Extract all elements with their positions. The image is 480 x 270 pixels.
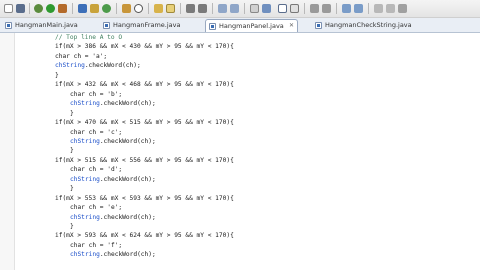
run-icon[interactable] — [46, 4, 55, 13]
code-line[interactable]: char ch = 'c'; — [70, 129, 122, 137]
code-line[interactable]: chString.checkWord(ch); — [70, 176, 156, 184]
dropdown-icon[interactable] — [398, 4, 407, 13]
new-icon[interactable] — [4, 4, 13, 13]
toolbar-separator — [336, 3, 337, 14]
new-package-icon[interactable] — [90, 4, 99, 13]
tab-hangman-check-string[interactable]: HangmanCheckString.java — [312, 19, 422, 31]
forward-icon[interactable] — [230, 4, 239, 13]
code-line[interactable]: char ch = 'd'; — [70, 166, 122, 174]
tab-hangman-frame[interactable]: HangmanFrame.java — [100, 19, 188, 31]
code-line[interactable]: if(mX > 515 && mX < 556 && mY > 95 && mY… — [55, 157, 234, 165]
external-tools-icon[interactable] — [58, 4, 67, 13]
new-class-icon[interactable] — [102, 4, 111, 13]
back-icon[interactable] — [218, 4, 227, 13]
history-back-icon[interactable] — [374, 4, 383, 13]
code-line[interactable]: // Top line A to O — [55, 34, 122, 42]
toolbar-separator — [304, 3, 305, 14]
code-editor[interactable]: // Top line A to Oif(mX > 386 && mX < 43… — [15, 33, 480, 270]
java-file-icon — [209, 23, 216, 30]
editor-tab-bar: HangmanMain.java HangmanFrame.java Hangm… — [0, 18, 480, 33]
tab-label: HangmanMain.java — [15, 21, 78, 29]
code-line[interactable]: char ch = 'a'; — [55, 53, 107, 61]
code-line[interactable]: chString.checkWord(ch); — [70, 100, 156, 108]
new-java-project-icon[interactable] — [78, 4, 87, 13]
block-selection-icon[interactable] — [290, 4, 299, 13]
prev-annotation-icon[interactable] — [198, 4, 207, 13]
code-line[interactable]: if(mX > 553 && mX < 593 && mY > 95 && mY… — [55, 195, 234, 203]
main-toolbar — [0, 0, 480, 18]
debug-icon[interactable] — [34, 4, 43, 13]
next-edit-icon[interactable] — [310, 4, 319, 13]
code-line[interactable]: chString.checkWord(ch); — [70, 138, 156, 146]
toolbar-separator — [148, 3, 149, 14]
next-annotation-icon[interactable] — [186, 4, 195, 13]
tab-hangman-panel[interactable]: HangmanPanel.java ✕ — [205, 19, 298, 32]
toggle-mark-occurrences-icon[interactable] — [166, 4, 175, 13]
code-line[interactable]: chString.checkWord(ch); — [70, 251, 156, 259]
toolbar-separator — [368, 3, 369, 14]
toolbar-separator — [116, 3, 117, 14]
code-line[interactable]: chString.checkWord(ch); — [70, 214, 156, 222]
show-whitespace-icon[interactable] — [278, 4, 287, 13]
code-line[interactable]: } — [70, 185, 74, 193]
close-icon[interactable]: ✕ — [289, 20, 294, 32]
code-line[interactable]: } — [70, 223, 74, 231]
nav-back-icon[interactable] — [342, 4, 351, 13]
code-line[interactable]: } — [55, 72, 59, 80]
save-icon[interactable] — [16, 4, 25, 13]
java-file-icon — [5, 22, 12, 29]
code-line[interactable]: char ch = 'e'; — [70, 204, 122, 212]
toolbar-separator — [29, 3, 30, 14]
pin-editor-icon[interactable] — [250, 4, 259, 13]
tab-label: HangmanCheckString.java — [325, 21, 412, 29]
open-type-icon[interactable] — [122, 4, 131, 13]
code-line[interactable]: if(mX > 386 && mX < 430 && mY > 95 && mY… — [55, 43, 234, 51]
nav-forward-icon[interactable] — [354, 4, 363, 13]
code-line[interactable]: char ch = 'b'; — [70, 91, 122, 99]
tab-label: HangmanPanel.java — [219, 22, 284, 30]
code-line[interactable]: chString.checkWord(ch); — [55, 62, 141, 70]
code-line[interactable]: if(mX > 593 && mX < 624 && mY > 95 && mY… — [55, 232, 234, 240]
last-edit-icon[interactable] — [322, 4, 331, 13]
search-icon[interactable] — [134, 4, 143, 13]
history-forward-icon[interactable] — [386, 4, 395, 13]
toolbar-separator — [212, 3, 213, 14]
editor-gutter — [0, 33, 15, 270]
annotation-icon[interactable] — [154, 4, 163, 13]
toolbar-separator — [180, 3, 181, 14]
refactor-icon[interactable] — [262, 4, 271, 13]
java-file-icon — [315, 22, 322, 29]
java-file-icon — [103, 22, 110, 29]
toolbar-separator — [244, 3, 245, 14]
code-line[interactable]: char ch = 'f'; — [70, 242, 122, 250]
code-line[interactable]: if(mX > 432 && mX < 468 && mY > 95 && mY… — [55, 81, 234, 89]
tab-label: HangmanFrame.java — [113, 21, 181, 29]
code-line[interactable]: if(mX > 470 && mX < 515 && mY > 95 && mY… — [55, 119, 234, 127]
toolbar-separator — [72, 3, 73, 14]
code-line[interactable]: } — [70, 110, 74, 118]
code-line[interactable]: } — [70, 147, 74, 155]
tab-hangman-main[interactable]: HangmanMain.java — [2, 19, 82, 31]
